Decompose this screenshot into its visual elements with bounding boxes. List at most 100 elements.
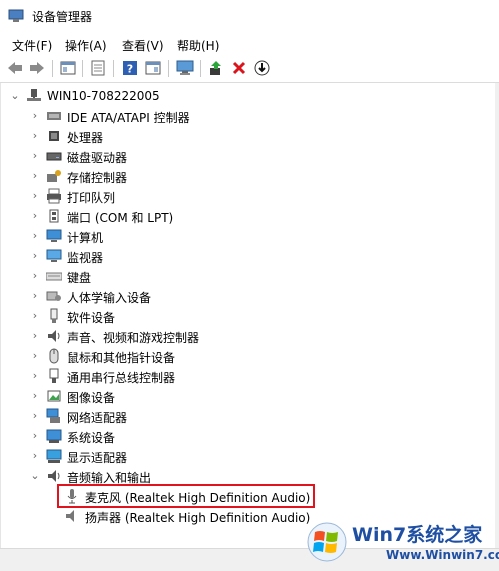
toolbar: ? <box>0 56 499 83</box>
sound-icon <box>48 330 60 342</box>
tree-category[interactable]: › 处理器 <box>1 126 321 146</box>
storage-controller-icon <box>47 170 61 182</box>
tree-category-label: 监视器 <box>67 251 104 265</box>
tree-category[interactable]: › 通用串行总线控制器 <box>1 366 321 386</box>
menu-help[interactable]: 帮助(H) <box>177 37 219 54</box>
tree-category-label: 打印队列 <box>67 191 116 205</box>
watermark-title: Win7系统之家 <box>352 524 483 546</box>
list-icon[interactable] <box>89 59 107 77</box>
print-queue-icon <box>47 188 61 204</box>
computer-icon <box>46 229 62 242</box>
tree-category[interactable]: › 系统设备 <box>1 426 321 446</box>
tree-category-label: 键盘 <box>67 271 92 285</box>
tree-category-label: 计算机 <box>67 231 104 245</box>
tree-root-label: WIN10-708222005 <box>47 89 160 103</box>
processor-icon <box>49 131 59 141</box>
download-icon[interactable] <box>253 59 271 77</box>
computer-icon <box>27 89 41 101</box>
chevron-right-icon[interactable]: › <box>30 330 40 341</box>
chevron-right-icon[interactable]: › <box>30 230 40 241</box>
ide-controller-icon <box>47 112 61 120</box>
chevron-right-icon[interactable]: › <box>30 150 40 161</box>
monitor-icon[interactable] <box>176 59 194 77</box>
tree-category-label: 端口 (COM 和 LPT) <box>67 211 174 225</box>
chevron-right-icon[interactable]: › <box>30 190 40 201</box>
tree-category[interactable]: › 键盘 <box>1 266 321 286</box>
uninstall-icon[interactable] <box>230 59 248 77</box>
menu-view[interactable]: 查看(V) <box>122 37 164 54</box>
tree-category[interactable]: › IDE ATA/ATAPI 控制器 <box>1 106 321 126</box>
view-icon[interactable] <box>144 59 162 77</box>
chevron-right-icon[interactable]: › <box>30 110 40 121</box>
watermark-url: Www.Winwin7.com <box>386 548 499 562</box>
chevron-right-icon[interactable]: › <box>30 390 40 401</box>
chevron-down-icon[interactable]: ⌄ <box>10 90 20 101</box>
chevron-right-icon[interactable]: › <box>30 310 40 321</box>
properties-icon[interactable] <box>59 59 77 77</box>
port-icon <box>49 209 59 223</box>
tree-category-label: 网络适配器 <box>67 411 128 425</box>
chevron-right-icon[interactable]: › <box>30 250 40 261</box>
tree-category[interactable]: › 计算机 <box>1 226 321 246</box>
mouse-icon <box>49 348 59 364</box>
windows-logo-icon <box>307 522 347 562</box>
tree-category[interactable]: › 端口 (COM 和 LPT) <box>1 206 321 226</box>
tree-category[interactable]: › 网络适配器 <box>1 406 321 426</box>
update-driver-icon[interactable] <box>207 59 225 77</box>
tree-category[interactable]: › 鼠标和其他指针设备 <box>1 346 321 366</box>
usb-icon <box>49 368 59 383</box>
chevron-right-icon[interactable]: › <box>30 170 40 181</box>
tree-category[interactable]: › 打印队列 <box>1 186 321 206</box>
tree-category-label: IDE ATA/ATAPI 控制器 <box>67 111 190 125</box>
tree-category[interactable]: › 声音、视频和游戏控制器 <box>1 326 321 346</box>
chevron-right-icon[interactable]: › <box>30 450 40 461</box>
menu-bar: 文件(F) 操作(A) 查看(V) 帮助(H) <box>0 32 499 56</box>
svg-text:?: ? <box>127 63 133 76</box>
chevron-right-icon[interactable]: › <box>30 130 40 141</box>
scrollbar[interactable] <box>495 83 499 548</box>
back-icon[interactable] <box>6 59 24 77</box>
hid-icon <box>46 291 61 301</box>
tree-category-label: 鼠标和其他指针设备 <box>67 351 176 365</box>
chevron-right-icon[interactable]: › <box>30 290 40 301</box>
highlight-box <box>57 484 315 508</box>
speaker-icon <box>66 510 74 522</box>
chevron-down-icon[interactable]: ⌄ <box>30 470 40 481</box>
tree-category[interactable]: › 存储控制器 <box>1 166 321 186</box>
window-title: 设备管理器 <box>32 10 93 24</box>
chevron-right-icon[interactable]: › <box>30 410 40 421</box>
tree-category[interactable]: › 磁盘驱动器 <box>1 146 321 166</box>
device-speaker[interactable]: 扬声器 (Realtek High Definition Audio) <box>1 506 321 526</box>
device-tree: ⌄ WIN10-708222005 › IDE ATA/ATAPI 控制器 › 处理器… <box>0 83 496 548</box>
chevron-right-icon[interactable]: › <box>30 430 40 441</box>
help-icon[interactable]: ? <box>121 59 139 77</box>
tree-category[interactable]: › 软件设备 <box>1 306 321 326</box>
tree-category[interactable]: › 图像设备 <box>1 386 321 406</box>
chevron-right-icon[interactable]: › <box>30 210 40 221</box>
system-device-icon <box>46 429 62 443</box>
tree-category-label: 系统设备 <box>67 431 116 445</box>
tree-category-label: 图像设备 <box>67 391 116 405</box>
chevron-right-icon[interactable]: › <box>30 270 40 281</box>
tree-category[interactable]: › 显示适配器 <box>1 446 321 466</box>
camera-icon <box>47 390 61 402</box>
device-manager-icon <box>8 9 24 22</box>
tree-category-label: 软件设备 <box>67 311 116 325</box>
display-adapter-icon <box>46 449 62 463</box>
menu-file[interactable]: 文件(F) <box>12 37 52 54</box>
menu-action[interactable]: 操作(A) <box>65 37 107 54</box>
tree-category[interactable]: ⌄ 音频输入和输出 <box>1 466 321 486</box>
tree-category-label: 通用串行总线控制器 <box>67 371 176 385</box>
title-bar: 设备管理器 <box>0 0 499 32</box>
tree-category-label: 磁盘驱动器 <box>67 151 128 165</box>
tree-root[interactable]: ⌄ WIN10-708222005 <box>1 86 301 106</box>
tree-category[interactable]: › 监视器 <box>1 246 321 266</box>
disk-drive-icon <box>46 152 62 161</box>
chevron-right-icon[interactable]: › <box>30 350 40 361</box>
tree-category[interactable]: › 人体学输入设备 <box>1 286 321 306</box>
tree-category-label: 声音、视频和游戏控制器 <box>67 331 200 345</box>
forward-icon[interactable] <box>28 59 46 77</box>
tree-category-label: 人体学输入设备 <box>67 291 152 305</box>
tree-category-label: 显示适配器 <box>67 451 128 465</box>
chevron-right-icon[interactable]: › <box>30 370 40 381</box>
